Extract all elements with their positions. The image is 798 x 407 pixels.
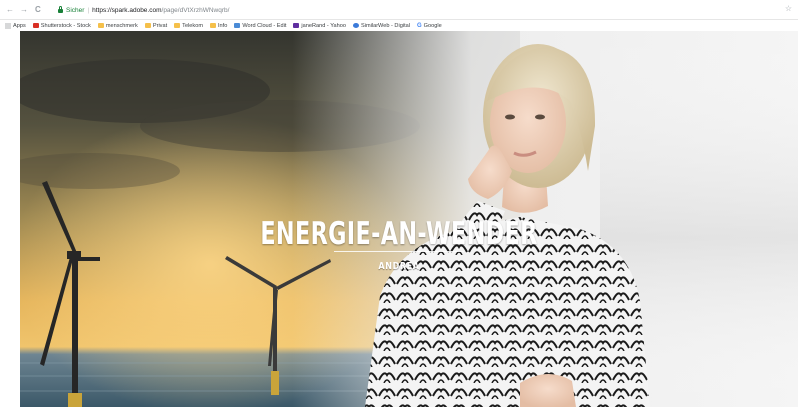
browser-address-bar: ← → C Sicher | https://spark.adobe.com /…: [0, 0, 798, 20]
reload-button[interactable]: C: [35, 5, 41, 15]
bookmark-shutterstock[interactable]: Shutterstock - Stock: [32, 23, 91, 29]
bookmarks-bar: Apps Shutterstock - Stock menschmerk Pri…: [0, 20, 798, 31]
apps-grid-icon: [5, 22, 11, 29]
bookmark-similarweb[interactable]: SimilarWeb - Digital: [352, 23, 410, 29]
hero-headline: ENERGIE-AN-WENDER: [260, 216, 538, 252]
url-separator: |: [87, 6, 90, 14]
bookmark-star-icon[interactable]: ☆: [785, 4, 792, 13]
lock-icon: [58, 6, 63, 13]
folder-icon: [144, 23, 151, 28]
secure-label: Sicher: [66, 6, 85, 14]
bookmark-wordcloud[interactable]: Word Cloud - Edit: [234, 23, 286, 29]
wordcloud-icon: [234, 23, 241, 28]
hero-section: ENERGIE-AN-WENDER ANDREA: [0, 31, 798, 407]
url-field[interactable]: Sicher | https://spark.adobe.com /page/d…: [58, 4, 778, 16]
yahoo-icon: [293, 23, 300, 28]
bookmark-info[interactable]: Info: [210, 23, 227, 29]
bookmark-menschmerk[interactable]: menschmerk: [97, 23, 138, 29]
folder-icon: [97, 23, 104, 28]
google-icon: G: [416, 22, 422, 29]
bookmark-yahoo[interactable]: janeRand - Yahoo: [293, 23, 346, 29]
bookmark-google[interactable]: G Google: [417, 23, 442, 29]
bookmark-apps[interactable]: Apps: [5, 22, 26, 29]
url-host: https://spark.adobe.com: [92, 6, 162, 14]
bookmark-privat[interactable]: Privat: [144, 23, 167, 29]
folder-icon: [174, 23, 181, 28]
folder-icon: [210, 23, 216, 28]
shutterstock-icon: [32, 23, 39, 28]
forward-button[interactable]: →: [20, 5, 28, 15]
back-button[interactable]: ←: [6, 5, 14, 15]
url-path: /page/dVtXrzhWNwqrb/: [161, 6, 230, 14]
bookmark-telekom[interactable]: Telekom: [174, 23, 203, 29]
similarweb-icon: [352, 23, 359, 28]
